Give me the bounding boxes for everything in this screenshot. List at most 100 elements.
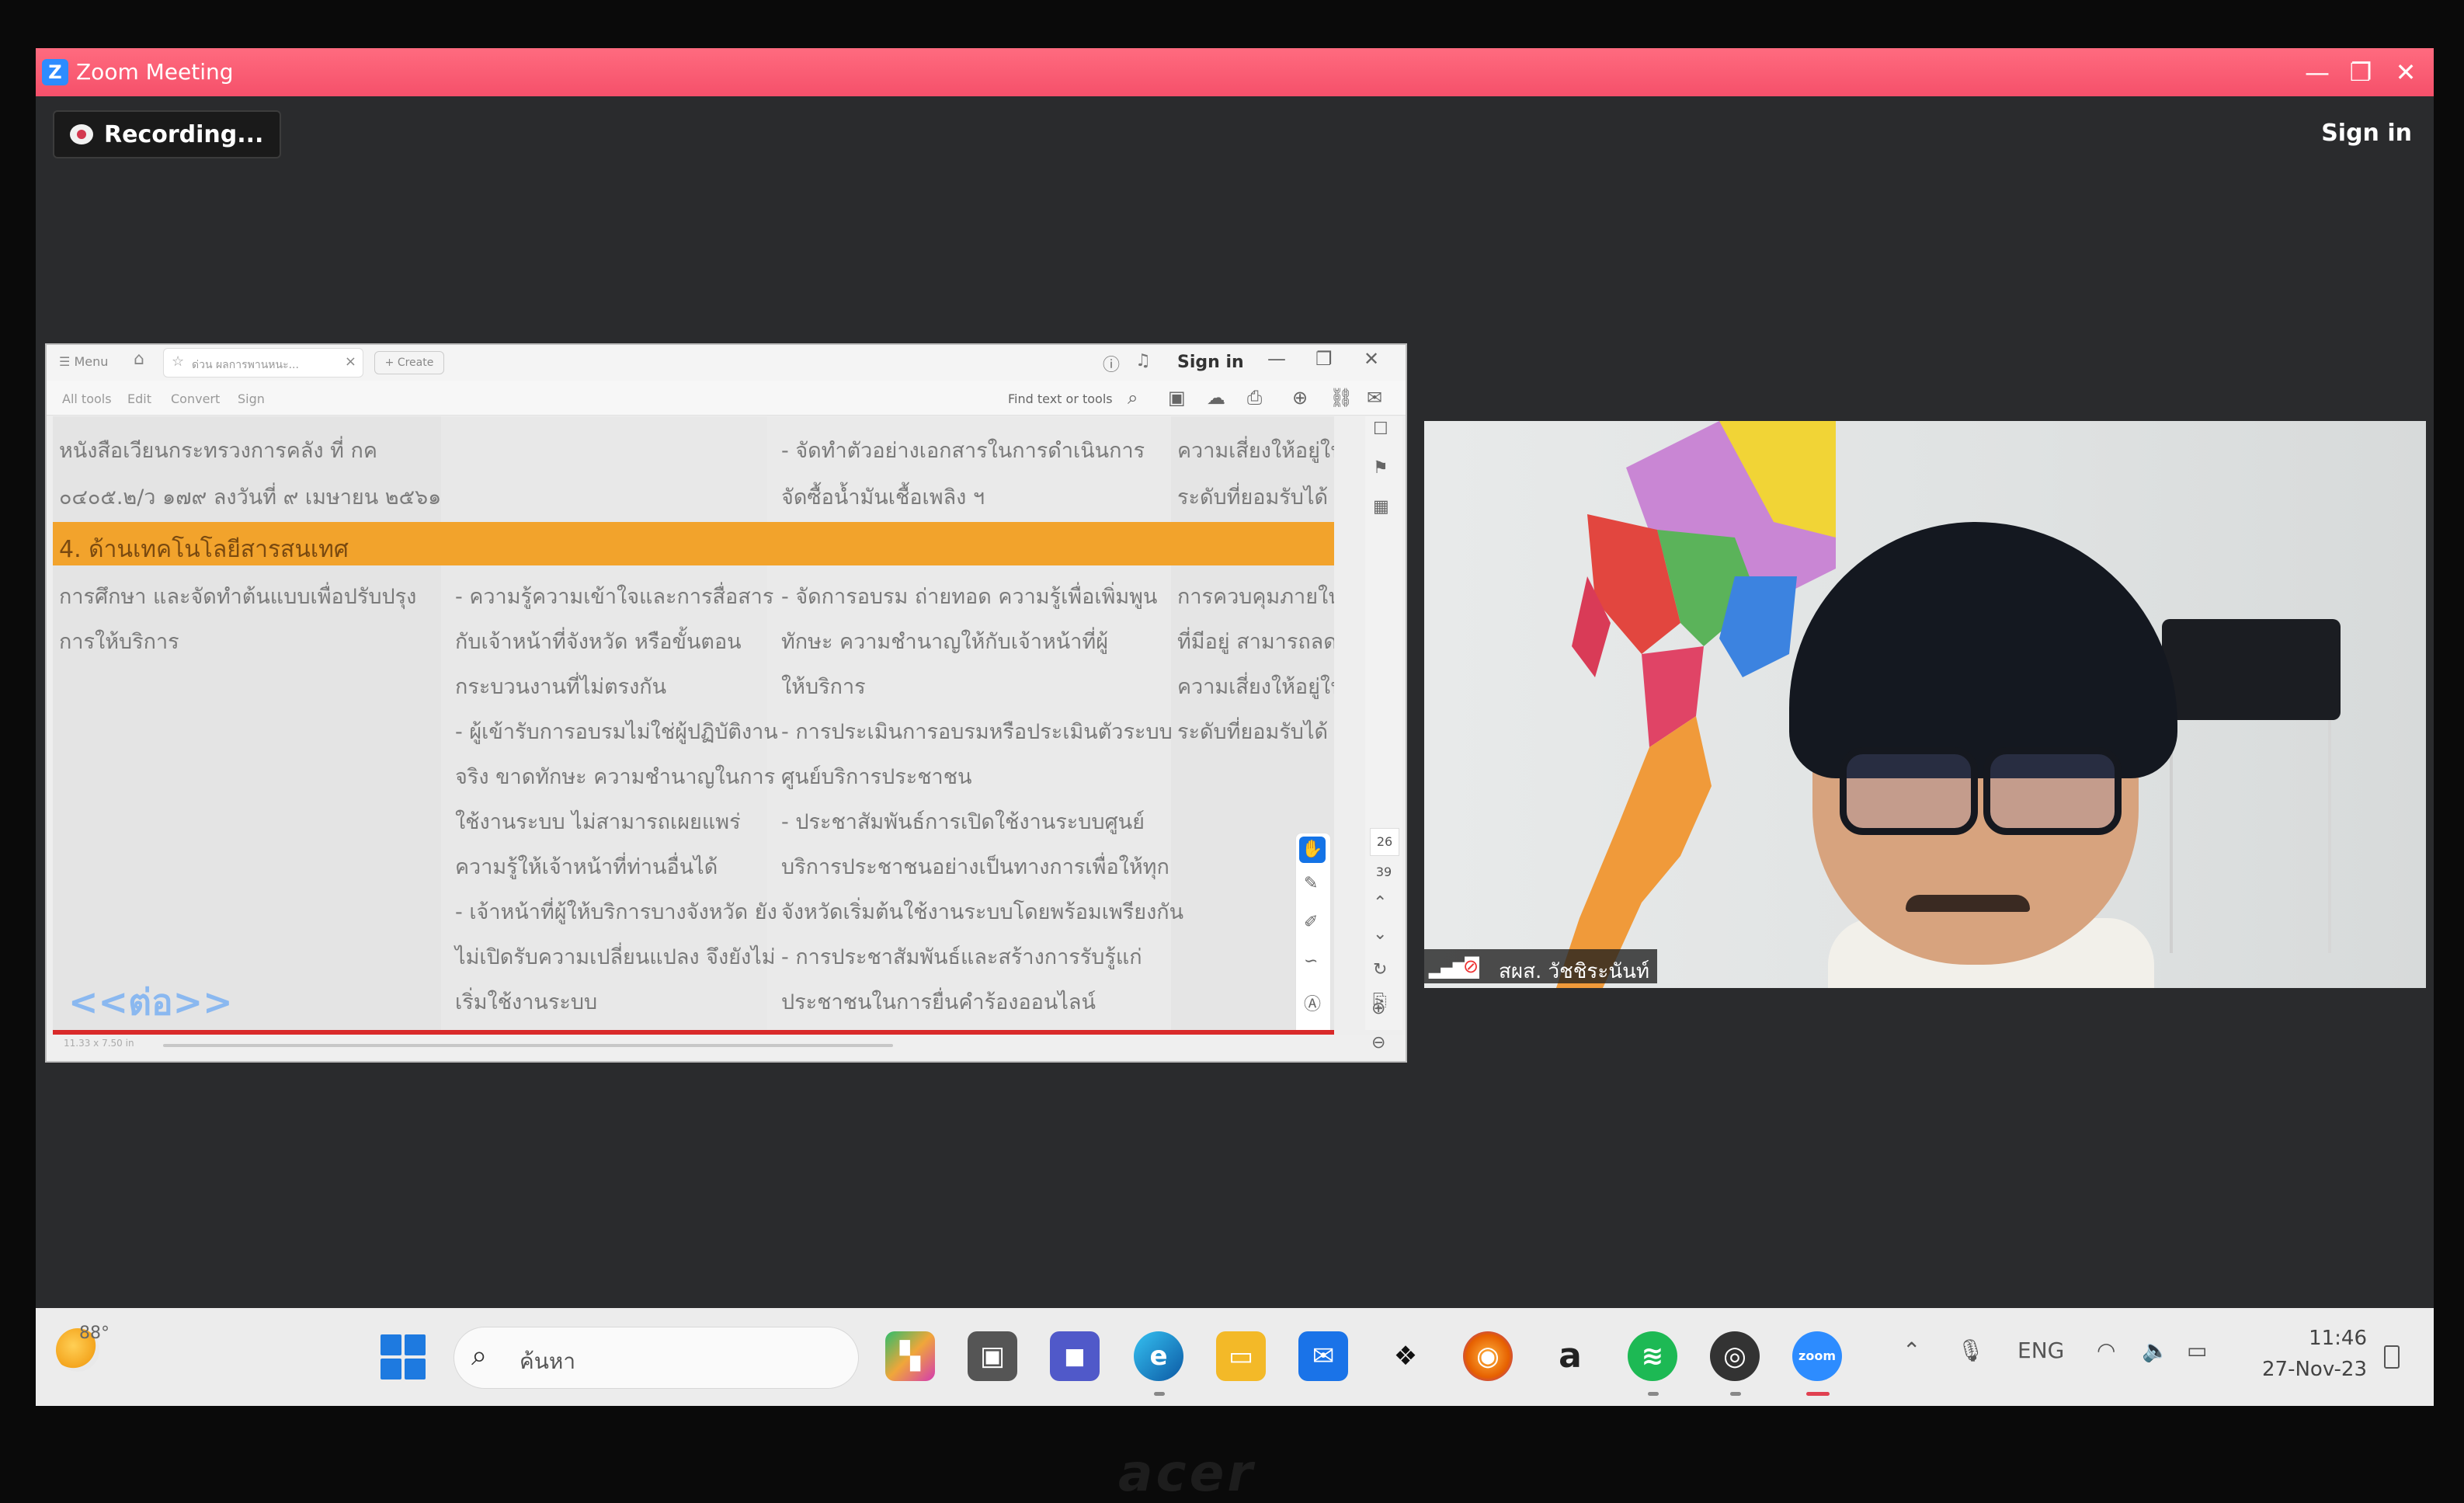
- doc-text: ให้บริการ: [781, 675, 866, 699]
- obs-running-indicator: [1730, 1392, 1741, 1396]
- help-icon[interactable]: ⓘ: [1103, 351, 1120, 376]
- continue-link[interactable]: <<ต่อ>>: [68, 974, 233, 1030]
- doc-text: - ประชาสัมพันธ์การเปิดใช้งานระบบศูนย์: [781, 810, 1145, 834]
- create-button[interactable]: + Create: [374, 351, 444, 374]
- doc-text: จังหวัดเริ่มต้นใช้งานระบบโดยพร้อมเพรียงก…: [781, 900, 1184, 924]
- sign-tab[interactable]: Sign: [238, 391, 265, 406]
- all-tools-tab[interactable]: All tools: [62, 391, 112, 406]
- doc-text: - เจ้าหน้าที่ผู้ให้บริการบางจังหวัด ยัง: [455, 900, 777, 924]
- doc-text: การศึกษา และจัดทำต้นแบบเพื่อปรับปรุง: [59, 585, 417, 609]
- horizontal-scrollbar[interactable]: [163, 1044, 893, 1047]
- doc-text: ระดับที่ยอมรับได้: [1177, 720, 1329, 744]
- text-box-icon[interactable]: Ⓐ: [1304, 990, 1321, 1015]
- recording-indicator[interactable]: Recording...: [53, 110, 281, 158]
- doc-text: ประชาชนในการยื่นคำร้องออนไลน์: [781, 990, 1096, 1014]
- glasses-right-lens: [1983, 747, 2122, 835]
- tray-overflow-chevron-icon[interactable]: ⌃: [1903, 1338, 1920, 1363]
- link-icon[interactable]: ⛓: [1329, 387, 1353, 409]
- edge-browser-icon[interactable]: e: [1134, 1331, 1183, 1381]
- widgets-icon[interactable]: ▚: [885, 1331, 935, 1381]
- bell-icon[interactable]: ♫: [1135, 351, 1151, 371]
- doc-text: การควบคุมภายใน: [1177, 585, 1334, 609]
- firefox-icon[interactable]: ◉: [1463, 1331, 1513, 1381]
- doc-text: - จัดการอบรม ถ่ายทอด ความรู้เพื่อเพิ่มพู…: [781, 585, 1158, 609]
- bookmarks-icon[interactable]: ⚑: [1373, 458, 1388, 478]
- star-icon[interactable]: ☆: [172, 353, 184, 370]
- windows-taskbar: 88° ⌕ ค้นหา ▚ ▣ ◼ e ▭ ✉ ❖ ◉ a ≋ ◎ zoom ⌃…: [36, 1308, 2434, 1406]
- dropbox-icon[interactable]: ❖: [1381, 1331, 1430, 1381]
- zoom-out-icon[interactable]: ⊖: [1371, 1033, 1385, 1052]
- search-icon[interactable]: ⌕: [1128, 387, 1138, 409]
- participant-namebar: ▂▄▆█ ⊘ สผส. วัชชิระนันท์: [1424, 949, 1657, 983]
- doc-text: เริ่มใช้งานระบบ: [455, 990, 598, 1014]
- menu-button[interactable]: ☰ Menu: [59, 354, 108, 369]
- comments-panel-icon[interactable]: ☐: [1373, 419, 1388, 439]
- share-icon[interactable]: ⊕: [1292, 387, 1308, 409]
- volume-icon[interactable]: 🔈: [2142, 1338, 2169, 1363]
- convert-tab[interactable]: Convert: [171, 391, 220, 406]
- search-icon: ⌕: [471, 1340, 488, 1372]
- select-hand-icon[interactable]: ✋: [1299, 837, 1326, 863]
- clock-time[interactable]: 11:46: [2274, 1327, 2367, 1350]
- spotify-icon[interactable]: ≋: [1628, 1331, 1677, 1381]
- right-rail: ☐ ⚑ ▦ 26 39 ⌃ ⌄ ↻ ⎘: [1365, 416, 1402, 1030]
- menu-label: Menu: [74, 354, 109, 369]
- zoom-in-icon[interactable]: ⊕: [1371, 999, 1385, 1018]
- print-icon[interactable]: ⎙: [1247, 387, 1262, 409]
- upload-icon[interactable]: ☁: [1207, 387, 1225, 409]
- zoom-sign-in-link[interactable]: Sign in: [2321, 120, 2412, 147]
- thumbnails-icon[interactable]: ▦: [1373, 497, 1389, 517]
- mail-icon[interactable]: ✉: [1298, 1331, 1348, 1381]
- task-view-icon[interactable]: ▣: [968, 1331, 1017, 1381]
- wifi-icon[interactable]: ◠: [2097, 1338, 2115, 1363]
- participant-video[interactable]: ▂▄▆█ ⊘ สผส. วัชชิระนันท์: [1424, 421, 2426, 988]
- acrobat-restore-icon[interactable]: ❐: [1315, 348, 1333, 370]
- page-down-icon[interactable]: ⌄: [1373, 924, 1387, 944]
- doc-text: ความรู้ให้เจ้าหน้าที่ท่านอื่นได้: [455, 855, 718, 879]
- rotate-icon[interactable]: ↻: [1373, 960, 1387, 979]
- microphone-icon[interactable]: 🎙: [1957, 1338, 1985, 1363]
- email-icon[interactable]: ✉: [1367, 387, 1382, 409]
- clock-date[interactable]: 27-Nov-23: [2250, 1358, 2367, 1381]
- search-placeholder: ค้นหา: [520, 1348, 576, 1374]
- windows-start-icon[interactable]: [381, 1334, 426, 1379]
- battery-icon[interactable]: ▭: [2187, 1338, 2207, 1363]
- doc-text: ความเสี่ยงให้อยู่ใน: [1177, 439, 1334, 463]
- highlight-icon[interactable]: ✐: [1304, 913, 1318, 932]
- file-explorer-icon[interactable]: ▭: [1216, 1331, 1266, 1381]
- doc-text: กระบวนงานที่ไม่ตรงกัน: [455, 675, 667, 699]
- page-number-current[interactable]: 26: [1370, 828, 1399, 856]
- home-icon[interactable]: ⌂: [134, 350, 144, 369]
- document-tab[interactable]: ☆ ด่วน ผลการพานหนะ... ×: [163, 348, 363, 377]
- notification-icon[interactable]: [2384, 1345, 2400, 1369]
- zoom-app-icon[interactable]: zoom: [1792, 1331, 1842, 1381]
- acrobat-minimize-icon[interactable]: —: [1267, 348, 1286, 370]
- restore-button[interactable]: ❐: [2337, 53, 2384, 92]
- find-text-input[interactable]: Find text or tools: [1008, 391, 1113, 406]
- amazon-icon[interactable]: a: [1545, 1331, 1595, 1381]
- section-label: 4. ด้านเทคโนโลยีสารสนเทศ: [59, 536, 349, 563]
- acrobat-statusbar: 11.33 x 7.50 in ⊕ ⊖: [47, 999, 1406, 1061]
- page-up-icon[interactable]: ⌃: [1373, 893, 1387, 913]
- teams-chat-icon[interactable]: ◼: [1050, 1331, 1100, 1381]
- page-size-text: 11.33 x 7.50 in: [64, 1038, 134, 1049]
- acrobat-close-icon[interactable]: ✕: [1364, 348, 1379, 370]
- comment-icon[interactable]: ✎: [1304, 874, 1318, 893]
- edit-tab[interactable]: Edit: [127, 391, 151, 406]
- save-icon[interactable]: ▣: [1168, 387, 1186, 409]
- doc-text: การให้บริการ: [59, 630, 179, 654]
- close-button[interactable]: ✕: [2382, 53, 2429, 92]
- doc-text: จัดซื้อน้ำมันเชื้อเพลิง ฯ: [781, 485, 985, 510]
- draw-icon[interactable]: ∽: [1304, 952, 1318, 971]
- zoom-active-indicator: [1806, 1392, 1830, 1396]
- obs-icon[interactable]: ◎: [1710, 1331, 1760, 1381]
- monitor-screen: Z Zoom Meeting — ❐ ✕ Recording... Sign i…: [36, 48, 2434, 1406]
- acrobat-sign-in[interactable]: Sign in: [1177, 353, 1244, 372]
- language-indicator[interactable]: ENG: [2017, 1338, 2064, 1363]
- taskbar-search-box[interactable]: ⌕ ค้นหา: [454, 1327, 859, 1389]
- minimize-button[interactable]: —: [2294, 53, 2341, 92]
- window-title: Zoom Meeting: [76, 59, 234, 85]
- temperature[interactable]: 88°: [79, 1324, 109, 1343]
- page-number-total: 39: [1375, 865, 1392, 879]
- tab-close-icon[interactable]: ×: [345, 353, 356, 370]
